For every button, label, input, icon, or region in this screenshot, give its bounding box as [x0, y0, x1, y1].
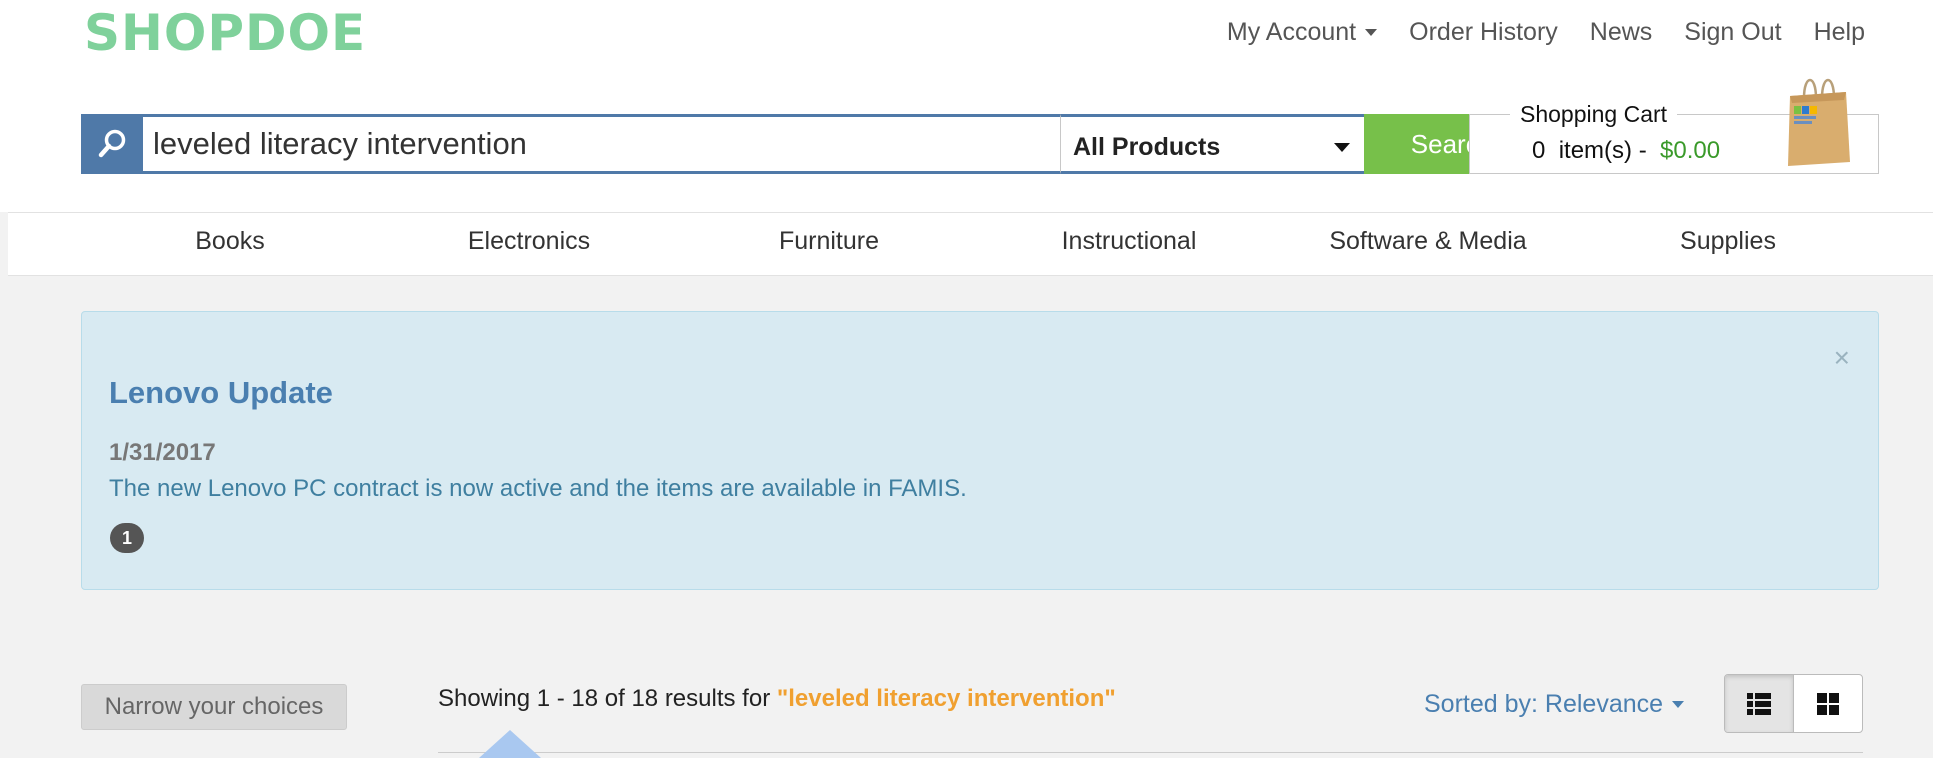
cart-count: 0: [1532, 137, 1546, 164]
news-alert: × Lenovo Update 1/31/2017 The new Lenovo…: [81, 311, 1879, 590]
nav-help[interactable]: Help: [1814, 18, 1865, 47]
chevron-down-icon: [1334, 142, 1350, 152]
category-supplies[interactable]: Supplies: [1680, 227, 1776, 256]
list-view-icon[interactable]: [1725, 675, 1794, 732]
chevron-down-icon: [1672, 701, 1685, 708]
shopping-bag-icon[interactable]: [1784, 70, 1854, 168]
chevron-down-icon: [1365, 29, 1378, 36]
nav-sign-out[interactable]: Sign Out: [1684, 18, 1781, 47]
cart-total: $0.00: [1660, 137, 1721, 164]
results-count-text: Showing 1 - 18 of 18 results for: [438, 685, 777, 712]
alert-date: 1/31/2017: [109, 439, 216, 466]
search-bar: All Products Search: [81, 114, 1540, 174]
narrow-choices-button[interactable]: Narrow your choices: [81, 684, 347, 730]
nav-my-account[interactable]: My Account: [1226, 18, 1378, 47]
account-nav: My Account Order History News Sign Out H…: [1195, 18, 1865, 47]
alert-body: The new Lenovo PC contract is now active…: [109, 475, 967, 502]
cart-title: Shopping Cart: [1510, 101, 1678, 128]
alert-page-badge[interactable]: 1: [110, 523, 144, 553]
sort-dropdown[interactable]: Sorted by: Relevance: [1424, 690, 1685, 719]
site-logo[interactable]: SHOPDOE: [84, 4, 366, 62]
cart-summary: 0 item(s) - $0.00: [1532, 137, 1720, 165]
alert-title[interactable]: Lenovo Update: [109, 375, 333, 411]
results-query: "leveled literacy intervention": [776, 685, 1116, 712]
category-nav: Books Electronics Furniture Instructiona…: [8, 212, 1933, 276]
category-select-value: All Products: [1073, 132, 1221, 161]
nav-my-account-label: My Account: [1226, 18, 1357, 46]
tab-pointer-arrow: [479, 730, 541, 758]
category-books[interactable]: Books: [195, 227, 264, 256]
results-divider: [438, 752, 1863, 753]
search-input[interactable]: [143, 114, 1061, 174]
cart-items-label: item(s) -: [1558, 137, 1647, 164]
category-furniture[interactable]: Furniture: [779, 227, 879, 256]
category-software-media[interactable]: Software & Media: [1329, 227, 1526, 256]
nav-order-history[interactable]: Order History: [1409, 18, 1558, 47]
view-toggle: [1724, 674, 1863, 733]
search-icon[interactable]: [81, 114, 143, 174]
results-summary: Showing 1 - 18 of 18 results for "levele…: [438, 685, 1116, 713]
category-select[interactable]: All Products: [1061, 114, 1364, 174]
close-icon[interactable]: ×: [1834, 342, 1850, 374]
sort-label: Sorted by: Relevance: [1424, 690, 1664, 718]
grid-view-icon[interactable]: [1794, 675, 1863, 732]
site-header: SHOPDOE My Account Order History News Si…: [0, 0, 1933, 212]
category-electronics[interactable]: Electronics: [468, 227, 590, 256]
category-instructional[interactable]: Instructional: [1062, 227, 1197, 256]
nav-news[interactable]: News: [1590, 18, 1653, 47]
